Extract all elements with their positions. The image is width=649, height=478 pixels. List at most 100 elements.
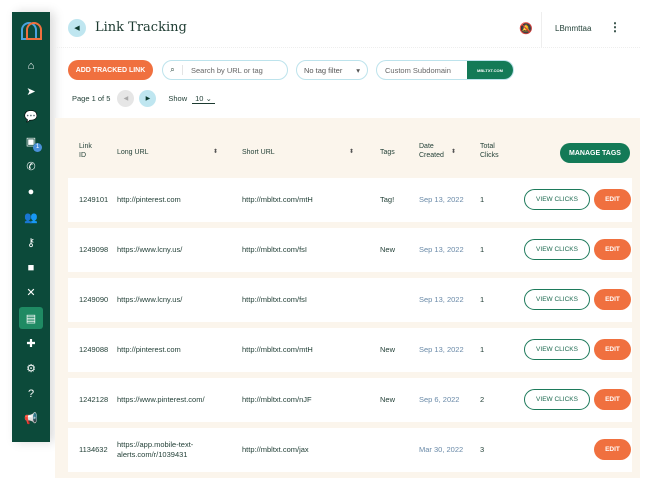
sidebar-item-group[interactable]: 👥 [19, 206, 43, 228]
sidebar-item-person[interactable]: ● [19, 181, 43, 203]
cell-link-id: 1134632 [79, 445, 108, 454]
cell-link-id: 1249101 [79, 195, 109, 204]
cell-link-id: 1249098 [79, 245, 109, 254]
megaphone-icon: 📢 [24, 413, 38, 426]
edit-button[interactable]: EDIT [594, 439, 631, 460]
cell-short-url: http://mbltxt.com/mtH [242, 195, 313, 204]
col-link-id: Link ID [79, 143, 92, 159]
subdomain-placeholder: Custom Subdomain [385, 65, 451, 75]
col-long-url[interactable]: Long URL [117, 148, 149, 157]
send-icon: ➤ [26, 85, 36, 98]
puzzle-icon: ✚ [26, 337, 36, 350]
cell-total-clicks: 1 [480, 295, 485, 304]
cell-long-url: https://app.mobile-text-alerts.com/r/103… [117, 440, 194, 459]
sidebar-item-key[interactable]: ⚷ [19, 231, 43, 253]
page-title: Link Tracking [95, 20, 187, 35]
domain-badge: MBLTXT.COM [467, 61, 513, 79]
col-tags: Tags [380, 149, 395, 156]
custom-subdomain-input[interactable]: Custom Subdomain MBLTXT.COM [376, 60, 514, 80]
edit-button[interactable]: EDIT [594, 389, 631, 410]
sidebar-item-megaphone[interactable]: 📢 [19, 408, 43, 430]
cell-short-url: http://mbltxt.com/mtH [242, 345, 313, 354]
main: ◀ Link Tracking 🔕 LBmmttaa ⋮ ADD TRACKED… [55, 12, 640, 478]
notification-badge: 1 [33, 142, 42, 152]
person-icon: ● [27, 186, 35, 198]
cell-long-url: http://pinterest.com [117, 195, 181, 204]
cell-date-created: Sep 13, 2022 [419, 295, 464, 304]
sidebar-item-puzzle[interactable]: ✚ [19, 332, 43, 354]
table-row: 1249088 http://pinterest.com http://mbltxt… [68, 328, 632, 372]
page-size-value: 10 [195, 93, 204, 103]
cell-tags: New [380, 245, 396, 254]
show-label: Show [168, 94, 188, 103]
cell-date-created: Sep 13, 2022 [419, 345, 464, 354]
bell-muted-icon[interactable]: 🔕 [519, 22, 533, 35]
manage-tags-button[interactable]: MANAGE TAGS [560, 143, 630, 163]
sidebar-item-phone[interactable]: ✆ [19, 156, 43, 178]
search-input[interactable]: ⌕ Search by URL or tag [162, 60, 288, 80]
home-icon: ⌂ [27, 60, 35, 72]
tag-filter-value: No tag filter [304, 65, 343, 75]
table-row: 1242128 https://www.pinterest.com/http://… [68, 378, 632, 422]
view-clicks-button[interactable]: VIEW CLICKS [524, 289, 590, 310]
sidebar-item-help[interactable]: ? [19, 383, 43, 405]
next-page-button[interactable]: ▶ [139, 90, 157, 107]
table-row: 1134632 https://app.mobile-text-alerts.co… [68, 428, 632, 472]
sort-icon[interactable]: ⬍ [349, 148, 354, 157]
chat-icon: 💬 [24, 110, 38, 123]
cell-link-id: 1249088 [79, 345, 109, 354]
phone-icon: ✆ [26, 161, 36, 174]
caret-down-icon: ▾ [356, 65, 360, 75]
sidebar-item-gear[interactable]: ⚙ [19, 357, 43, 379]
cell-date-created: Sep 13, 2022 [419, 245, 464, 254]
cell-long-url: http://pinterest.com [117, 345, 181, 354]
chevron-down-icon: ⌄ [205, 93, 212, 103]
sidebar-item-home[interactable]: ⌂ [19, 55, 43, 77]
more-menu-icon[interactable]: ⋮ [609, 20, 621, 34]
sidebar-item-inbox[interactable]: ▣ 1 [19, 131, 43, 153]
view-clicks-button[interactable]: VIEW CLICKS [524, 189, 590, 210]
edit-button[interactable]: EDIT [594, 189, 631, 210]
logo-icon [21, 22, 42, 40]
cell-total-clicks: 1 [480, 245, 485, 254]
tag-filter-select[interactable]: No tag filter ▾ [296, 60, 368, 80]
cell-long-url: https://www.pinterest.com/ [117, 395, 205, 404]
cell-long-url: https://www.lcny.us/ [117, 295, 183, 304]
edit-button[interactable]: EDIT [594, 339, 631, 360]
col-date-created[interactable]: Date Created [419, 142, 444, 160]
view-clicks-button[interactable]: VIEW CLICKS [524, 239, 590, 260]
view-clicks-button[interactable]: VIEW CLICKS [524, 339, 590, 360]
search-icon: ⌕ [163, 65, 183, 75]
table-row: 1249101 http://pinterest.com http://mbltxt… [68, 178, 632, 222]
add-tracked-link-button[interactable]: ADD TRACKED LINK [68, 60, 153, 80]
cell-link-id: 1242128 [79, 395, 109, 404]
prev-page-button[interactable]: ◀ [117, 90, 135, 107]
edit-button[interactable]: EDIT [594, 239, 631, 260]
cell-total-clicks: 2 [480, 395, 485, 404]
back-button[interactable]: ◀ [68, 19, 86, 37]
sidebar-item-document[interactable]: ▤ [19, 307, 43, 329]
page-size-select[interactable]: 10 ⌄ [192, 94, 215, 104]
sidebar-item-shuffle[interactable]: ✕ [19, 282, 43, 304]
cell-date-created: Sep 6, 2022 [419, 395, 460, 404]
table-row: 1249098 https://www.lcny.us/http://mbltxt… [68, 228, 632, 272]
user-name[interactable]: LBmmttaa [555, 24, 591, 33]
sort-icon[interactable]: ⬍ [451, 148, 456, 157]
col-total-clicks: Total Clicks [480, 143, 499, 159]
cell-link-id: 1249090 [79, 295, 109, 304]
edit-button[interactable]: EDIT [594, 289, 631, 310]
sidebar-item-bag[interactable]: ■ [19, 257, 43, 279]
sidebar-item-send[interactable]: ➤ [19, 80, 43, 102]
help-icon: ? [27, 387, 35, 400]
sidebar-item-chat[interactable]: 💬 [19, 105, 43, 127]
cell-long-url: https://www.lcny.us/ [117, 245, 183, 254]
cell-tags: New [380, 345, 396, 354]
col-short-url[interactable]: Short URL [242, 148, 275, 157]
cell-tags: Tag! [380, 195, 395, 204]
cell-short-url: http://mbltxt.com/fsI [242, 245, 308, 254]
cell-tags: New [380, 395, 396, 404]
page-indicator: Page 1 of 5 [72, 94, 111, 103]
view-clicks-button[interactable]: VIEW CLICKS [524, 389, 590, 410]
sort-icon[interactable]: ⬍ [213, 148, 218, 157]
gear-icon: ⚙ [26, 362, 36, 375]
